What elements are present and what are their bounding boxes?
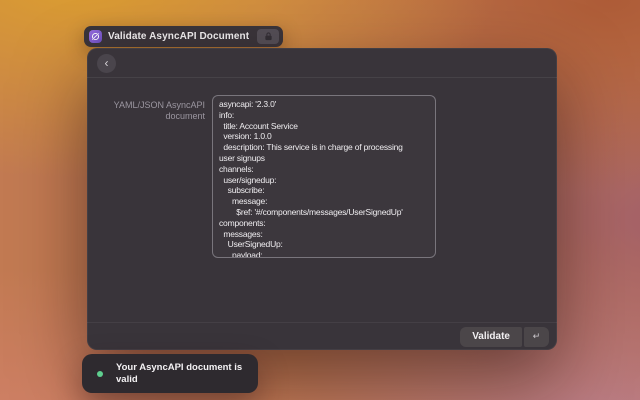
command-title: Validate AsyncAPI Document — [108, 31, 249, 42]
document-field-label: YAML/JSON AsyncAPI document — [95, 100, 205, 122]
asyncapi-document-textarea[interactable]: asyncapi: '2.3.0' info: title: Account S… — [212, 95, 436, 258]
validate-button-label: Validate — [472, 331, 510, 342]
command-pill: Validate AsyncAPI Document — [84, 26, 283, 47]
back-button[interactable]: ‹ — [97, 54, 116, 73]
validate-button[interactable]: Validate — [460, 327, 522, 347]
window-footer: Validate ↵ — [87, 322, 557, 350]
validation-toast: Your AsyncAPI document is valid — [82, 354, 258, 393]
asyncapi-logo-icon — [89, 30, 102, 43]
toast-message: Your AsyncAPI document is valid — [116, 362, 248, 386]
return-key-hint[interactable]: ↵ — [524, 327, 549, 347]
chevron-left-icon: ‹ — [105, 57, 109, 69]
lock-icon — [257, 29, 279, 44]
window-header: ‹ — [87, 48, 557, 78]
return-key-icon: ↵ — [533, 331, 541, 342]
primary-action-group: Validate ↵ — [460, 327, 549, 347]
raycast-window: ‹ YAML/JSON AsyncAPI document asyncapi: … — [87, 48, 557, 350]
success-status-dot — [97, 371, 103, 377]
